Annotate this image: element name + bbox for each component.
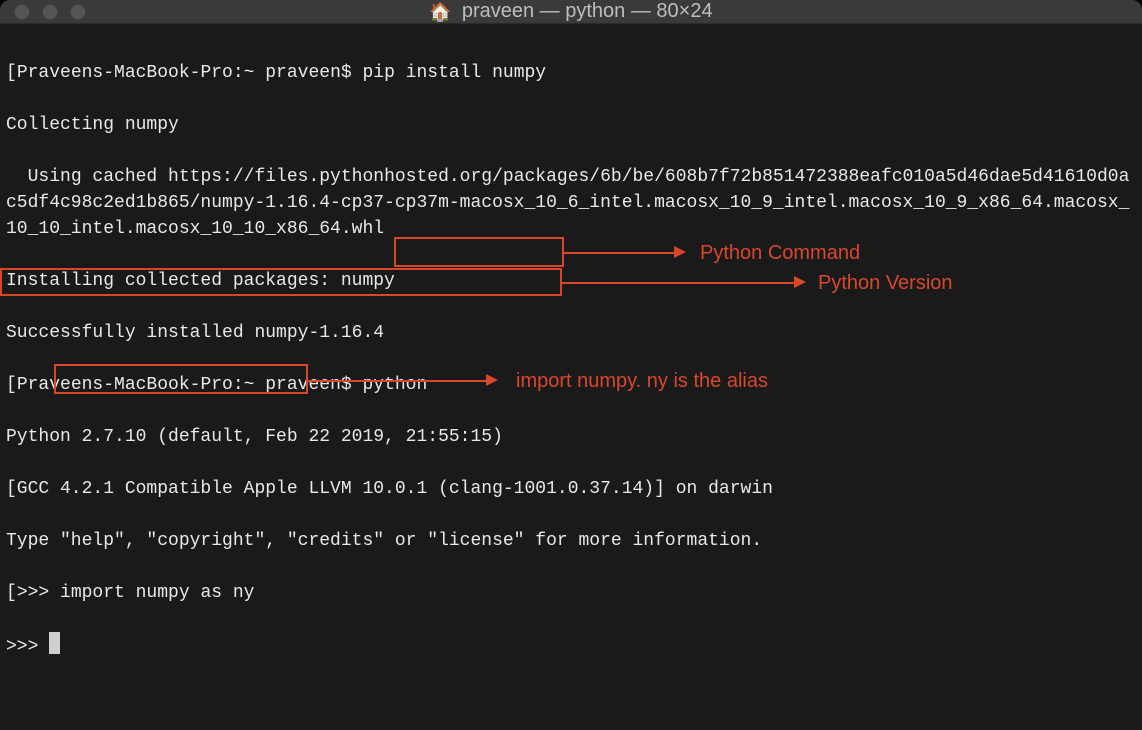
terminal-line: [Praveens-MacBook-Pro:~ praveen$ pip ins… (6, 60, 1136, 86)
terminal-line: Using cached https://files.pythonhosted.… (6, 164, 1136, 242)
highlight-box-python-command (394, 237, 564, 267)
terminal-line: Installing collected packages: numpy (6, 268, 1136, 294)
terminal-line: Collecting numpy (6, 112, 1136, 138)
zoom-button[interactable] (70, 4, 86, 20)
title-bar[interactable]: 🏠 praveen — python — 80×24 (0, 0, 1142, 24)
terminal-line: Type "help", "copyright", "credits" or "… (6, 528, 1136, 554)
minimize-button[interactable] (42, 4, 58, 20)
terminal-window: 🏠 praveen — python — 80×24 [Praveens-Mac… (0, 0, 1142, 730)
repl-line-1: >>> import numpy as ny (17, 583, 255, 603)
arrow-line (564, 252, 674, 254)
terminal-line: Successfully installed numpy-1.16.4 (6, 320, 1136, 346)
terminal-line: [>>> import numpy as ny (6, 580, 1136, 606)
terminal-line: >>> (6, 632, 1136, 660)
traffic-lights (14, 4, 86, 20)
terminal-line: [Praveens-MacBook-Pro:~ praveen$ python (6, 372, 1136, 398)
repl-line-2: >>> (6, 637, 49, 657)
window-title: praveen — python — 80×24 (462, 0, 713, 23)
window-title-wrap: 🏠 praveen — python — 80×24 (14, 0, 1128, 23)
home-icon: 🏠 (429, 3, 451, 21)
terminal-line: [GCC 4.2.1 Compatible Apple LLVM 10.0.1 … (6, 476, 1136, 502)
prompt-line-1: Praveens-MacBook-Pro:~ praveen$ pip inst… (17, 63, 546, 83)
annotation-label-python-command: Python Command (700, 240, 860, 266)
close-button[interactable] (14, 4, 30, 20)
prompt-line-2: Praveens-MacBook-Pro:~ praveen$ python (17, 375, 427, 395)
arrow-head-icon (674, 246, 686, 258)
terminal-line: Python 2.7.10 (default, Feb 22 2019, 21:… (6, 424, 1136, 450)
terminal-body[interactable]: [Praveens-MacBook-Pro:~ praveen$ pip ins… (0, 24, 1142, 730)
cursor-block (49, 632, 60, 654)
